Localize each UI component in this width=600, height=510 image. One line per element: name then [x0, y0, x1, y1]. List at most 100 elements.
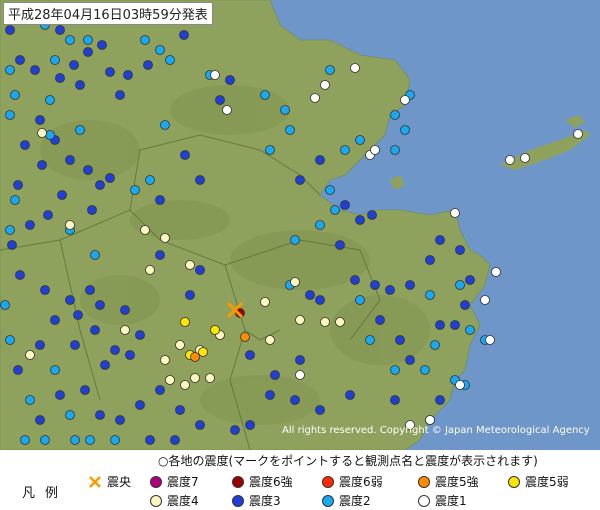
station-marker-s2[interactable]	[85, 435, 95, 445]
station-marker-s2[interactable]	[390, 145, 400, 155]
station-marker-s2[interactable]	[50, 55, 60, 65]
station-marker-s3[interactable]	[135, 400, 145, 410]
station-marker-s2[interactable]	[65, 410, 75, 420]
station-marker-s1[interactable]	[573, 129, 583, 139]
station-marker-s3[interactable]	[465, 275, 475, 285]
station-marker-s3[interactable]	[15, 55, 25, 65]
station-marker-s2[interactable]	[430, 340, 440, 350]
station-marker-s4[interactable]	[165, 375, 175, 385]
station-marker-s3[interactable]	[185, 290, 195, 300]
station-marker-s2[interactable]	[165, 55, 175, 65]
station-marker-s2[interactable]	[390, 110, 400, 120]
station-marker-s3[interactable]	[395, 335, 405, 345]
station-marker-s2[interactable]	[355, 135, 365, 145]
station-marker-s3[interactable]	[37, 160, 47, 170]
station-marker-s3[interactable]	[385, 285, 395, 295]
station-marker-s2[interactable]	[420, 365, 430, 375]
station-marker-s3[interactable]	[315, 155, 325, 165]
station-marker-s3[interactable]	[390, 395, 400, 405]
station-marker-s2[interactable]	[315, 220, 325, 230]
station-marker-s3[interactable]	[195, 265, 205, 275]
station-marker-s3[interactable]	[425, 255, 435, 265]
station-marker-s3[interactable]	[55, 73, 65, 83]
station-marker-s3[interactable]	[7, 240, 17, 250]
station-marker-s2[interactable]	[65, 35, 75, 45]
station-marker-s3[interactable]	[145, 435, 155, 445]
station-marker-s4[interactable]	[37, 128, 47, 138]
station-marker-s3[interactable]	[25, 220, 35, 230]
station-marker-s4[interactable]	[320, 317, 330, 327]
station-marker-s3[interactable]	[460, 300, 470, 310]
station-marker-s3[interactable]	[125, 350, 135, 360]
station-marker-s2[interactable]	[25, 395, 35, 405]
station-marker-s3[interactable]	[110, 345, 120, 355]
station-marker-s2[interactable]	[130, 185, 140, 195]
station-marker-s2[interactable]	[455, 280, 465, 290]
station-marker-s3[interactable]	[270, 370, 280, 380]
station-marker-s3[interactable]	[55, 25, 65, 35]
station-marker-s3[interactable]	[335, 240, 345, 250]
station-marker-s2[interactable]	[50, 365, 60, 375]
station-marker-s3[interactable]	[65, 295, 75, 305]
station-marker-s2[interactable]	[290, 235, 300, 245]
station-marker-s3[interactable]	[350, 275, 360, 285]
station-marker-s1[interactable]	[310, 93, 320, 103]
station-marker-s3[interactable]	[35, 115, 45, 125]
station-marker-s3[interactable]	[5, 25, 15, 35]
station-marker-s2[interactable]	[330, 205, 340, 215]
station-marker-s1[interactable]	[295, 370, 305, 380]
station-marker-s2[interactable]	[145, 175, 155, 185]
station-marker-s3[interactable]	[65, 155, 75, 165]
station-marker-s3[interactable]	[105, 67, 115, 77]
station-marker-s3[interactable]	[43, 210, 53, 220]
station-marker-s2[interactable]	[20, 435, 30, 445]
station-marker-s3[interactable]	[295, 175, 305, 185]
station-marker-s3[interactable]	[80, 385, 90, 395]
station-marker-s3[interactable]	[95, 180, 105, 190]
station-marker-s2[interactable]	[160, 120, 170, 130]
station-marker-s3[interactable]	[175, 405, 185, 415]
station-marker-s5s[interactable]	[240, 332, 250, 342]
station-marker-s3[interactable]	[35, 340, 45, 350]
station-marker-s2[interactable]	[265, 145, 275, 155]
station-marker-s3[interactable]	[245, 420, 255, 430]
station-marker-s3[interactable]	[143, 60, 153, 70]
station-marker-s3[interactable]	[435, 320, 445, 330]
station-marker-s2[interactable]	[5, 110, 15, 120]
station-marker-s1[interactable]	[210, 70, 220, 80]
station-marker-s5s[interactable]	[190, 352, 200, 362]
station-marker-s2[interactable]	[45, 95, 55, 105]
station-marker-s4[interactable]	[260, 297, 270, 307]
station-marker-s2[interactable]	[325, 185, 335, 195]
station-marker-s3[interactable]	[69, 60, 79, 70]
station-marker-s3[interactable]	[20, 140, 30, 150]
station-marker-s3[interactable]	[367, 210, 377, 220]
station-marker-s3[interactable]	[215, 95, 225, 105]
station-marker-s3[interactable]	[73, 310, 83, 320]
station-marker-s3[interactable]	[450, 320, 460, 330]
station-marker-s4[interactable]	[160, 355, 170, 365]
station-marker-s3[interactable]	[97, 40, 107, 50]
station-marker-s2[interactable]	[0, 300, 10, 310]
station-marker-s3[interactable]	[83, 47, 93, 57]
station-marker-s2[interactable]	[5, 65, 15, 75]
station-marker-s3[interactable]	[295, 355, 305, 365]
station-marker-s3[interactable]	[115, 90, 125, 100]
station-marker-s2[interactable]	[40, 435, 50, 445]
station-marker-s2[interactable]	[110, 435, 120, 445]
station-marker-s2[interactable]	[260, 90, 270, 100]
station-marker-s1[interactable]	[400, 95, 410, 105]
station-marker-s1[interactable]	[450, 208, 460, 218]
station-marker-s3[interactable]	[75, 80, 85, 90]
station-marker-s4[interactable]	[185, 260, 195, 270]
station-marker-s1[interactable]	[491, 267, 501, 277]
station-marker-s3[interactable]	[435, 235, 445, 245]
station-marker-s3[interactable]	[13, 365, 23, 375]
station-marker-s3[interactable]	[375, 315, 385, 325]
station-marker-s3[interactable]	[305, 290, 315, 300]
station-marker-s2[interactable]	[355, 295, 365, 305]
station-marker-s2[interactable]	[390, 365, 400, 375]
station-marker-s4[interactable]	[190, 373, 200, 383]
station-marker-s2[interactable]	[83, 35, 93, 45]
station-marker-s3[interactable]	[55, 390, 65, 400]
